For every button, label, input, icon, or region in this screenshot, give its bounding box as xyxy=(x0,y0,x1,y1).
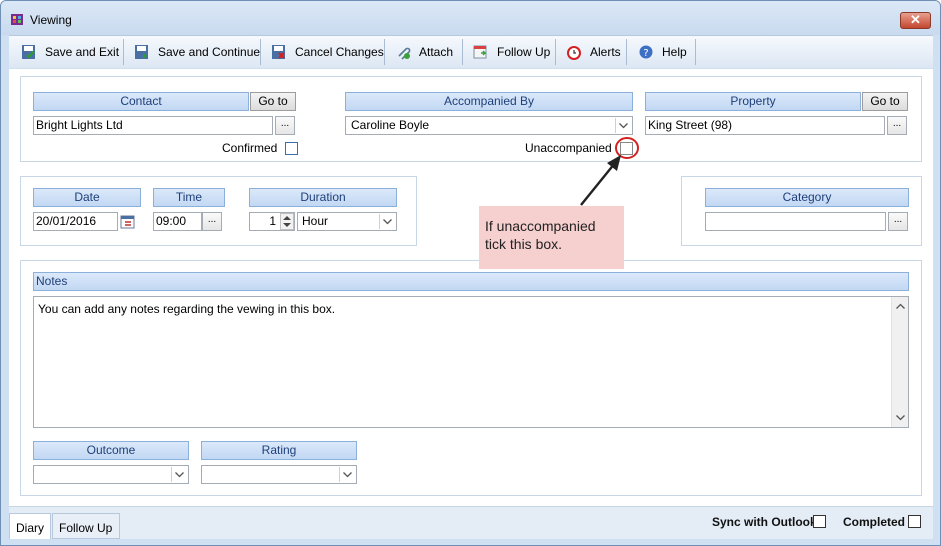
cancel-changes-label: Cancel Changes xyxy=(295,45,384,59)
chevron-down-icon xyxy=(339,467,355,482)
calendar-icon[interactable] xyxy=(120,214,136,230)
scroll-up-icon[interactable] xyxy=(896,303,905,309)
accompanied-by-label: Accompanied By xyxy=(345,92,633,111)
tab-diary[interactable]: Diary xyxy=(9,513,51,539)
schedule-panel: Date 20/01/2016 Time 09:00 ... Duration … xyxy=(20,176,417,246)
help-icon: ? xyxy=(639,45,653,59)
completed-checkbox[interactable] xyxy=(908,515,921,528)
tab-follow-up[interactable]: Follow Up xyxy=(52,513,120,539)
save-and-continue-label: Save and Continue xyxy=(158,45,261,59)
property-label: Property xyxy=(645,92,861,111)
paperclip-icon xyxy=(398,47,411,60)
category-label: Category xyxy=(705,188,909,207)
instruction-callout: If unaccompanied tick this box. xyxy=(479,206,624,269)
alarm-clock-icon xyxy=(567,46,581,60)
property-field[interactable]: King Street (98) xyxy=(645,116,885,135)
duration-label: Duration xyxy=(249,188,397,207)
contact-goto-button[interactable]: Go to xyxy=(250,92,296,111)
attach-label: Attach xyxy=(419,45,454,59)
notes-panel: Notes You can add any notes regarding th… xyxy=(20,260,922,496)
contact-lookup-button[interactable]: ... xyxy=(275,116,295,135)
svg-text:?: ? xyxy=(643,48,648,59)
callout-line-2: tick this box. xyxy=(485,236,563,252)
contact-label: Contact xyxy=(33,92,249,111)
save-and-exit-label: Save and Exit xyxy=(45,45,120,59)
help-button[interactable]: ? Help xyxy=(632,39,693,65)
notes-label: Notes xyxy=(33,272,909,291)
spinner-arrows-icon[interactable] xyxy=(280,213,294,230)
contact-field[interactable]: Bright Lights Ltd xyxy=(33,116,273,135)
time-picker-button[interactable]: ... xyxy=(202,212,222,231)
attach-button[interactable]: Attach xyxy=(389,39,459,65)
notes-scrollbar[interactable] xyxy=(891,297,908,427)
alerts-label: Alerts xyxy=(590,45,621,59)
bottom-bar: Diary Follow Up Sync with Outlook Comple… xyxy=(9,506,933,539)
follow-up-label: Follow Up xyxy=(497,45,551,59)
category-field[interactable] xyxy=(705,212,886,231)
category-panel: Category ... xyxy=(681,176,922,246)
title-bar: Viewing ✕ xyxy=(1,1,940,35)
form-content: Contact Go to Bright Lights Ltd ... Conf… xyxy=(9,69,933,539)
rating-label: Rating xyxy=(201,441,357,460)
time-label: Time xyxy=(153,188,225,207)
follow-up-icon xyxy=(473,45,487,59)
sync-outlook-label: Sync with Outlook xyxy=(712,515,817,529)
property-goto-button[interactable]: Go to xyxy=(862,92,908,111)
outcome-label: Outcome xyxy=(33,441,189,460)
completed-label: Completed xyxy=(843,515,906,529)
close-button[interactable]: ✕ xyxy=(900,12,931,29)
follow-up-button[interactable]: Follow Up xyxy=(467,39,556,65)
chevron-down-icon xyxy=(615,118,631,133)
accompanied-by-value: Caroline Boyle xyxy=(351,118,430,132)
duration-unit-select[interactable]: Hour xyxy=(297,212,397,231)
pointer-arrow-icon xyxy=(580,155,621,206)
notes-textarea[interactable]: You can add any notes regarding the vewi… xyxy=(33,296,909,428)
date-field[interactable]: 20/01/2016 xyxy=(33,212,118,231)
notes-text: You can add any notes regarding the vewi… xyxy=(38,302,336,316)
chevron-down-icon xyxy=(171,467,187,482)
save-continue-icon xyxy=(135,45,148,59)
duration-unit-value: Hour xyxy=(302,214,329,228)
top-panel: Contact Go to Bright Lights Ltd ... Conf… xyxy=(20,76,922,162)
save-and-continue-button[interactable]: Save and Continue xyxy=(128,39,266,65)
rating-select[interactable] xyxy=(201,465,357,484)
date-label: Date xyxy=(33,188,141,207)
window-title: Viewing xyxy=(30,13,72,27)
outcome-select[interactable] xyxy=(33,465,189,484)
time-field[interactable]: 09:00 xyxy=(153,212,202,231)
save-exit-icon xyxy=(22,45,35,59)
cancel-changes-button[interactable]: Cancel Changes xyxy=(265,39,390,65)
save-and-exit-button[interactable]: Save and Exit xyxy=(15,39,125,65)
category-lookup-button[interactable]: ... xyxy=(888,212,908,231)
accompanied-by-select[interactable]: Caroline Boyle xyxy=(345,116,633,135)
duration-amount-value: 1 xyxy=(269,214,276,228)
property-lookup-button[interactable]: ... xyxy=(887,116,907,135)
cancel-changes-icon xyxy=(272,45,285,59)
toolbar: Save and Exit Save and Continue Cancel C… xyxy=(9,35,933,68)
app-icon xyxy=(11,14,23,25)
help-label: Help xyxy=(662,45,687,59)
alerts-button[interactable]: Alerts xyxy=(560,39,627,65)
confirmed-checkbox[interactable] xyxy=(285,142,298,155)
chevron-down-icon xyxy=(379,214,395,229)
scroll-down-icon[interactable] xyxy=(896,415,905,421)
sync-outlook-checkbox[interactable] xyxy=(813,515,826,528)
callout-line-1: If unaccompanied xyxy=(485,218,596,234)
viewing-window: Viewing ✕ Save and Exit Save and Continu… xyxy=(0,0,941,546)
confirmed-label: Confirmed xyxy=(222,141,278,155)
